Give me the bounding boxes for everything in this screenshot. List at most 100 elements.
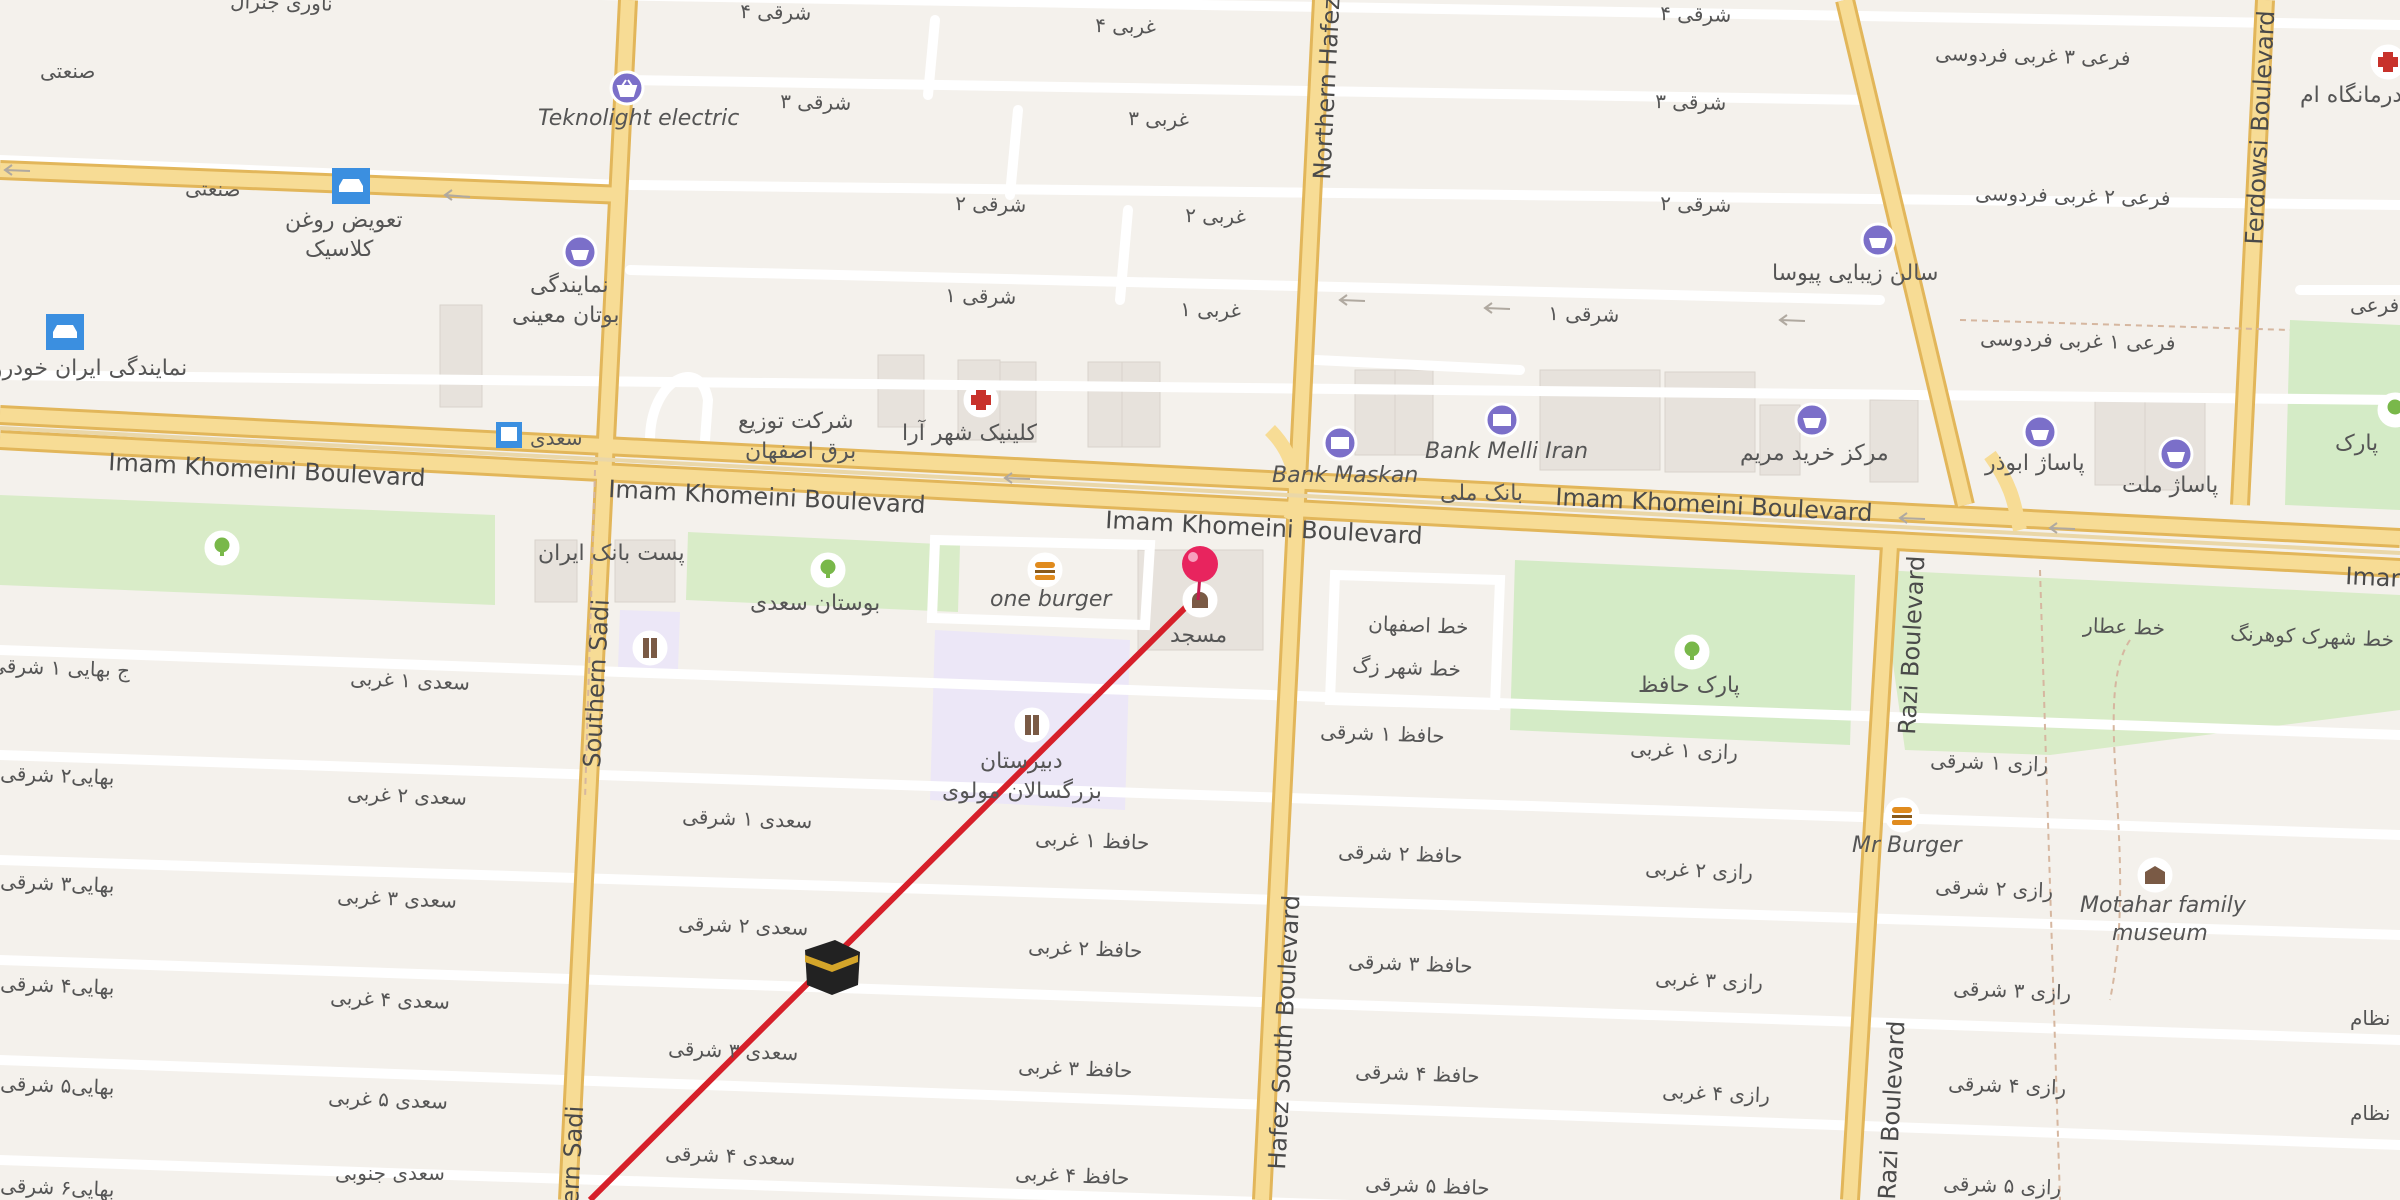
poi-label: بوتان معینی — [512, 303, 619, 328]
blvd-label: Ferdowsi Boulevard — [2240, 10, 2280, 246]
street-label: ۳ شرقی — [780, 89, 852, 115]
poi-label: مرکز خرید مریم — [1740, 441, 1889, 466]
street-label: نظام — [2350, 1006, 2390, 1030]
street-label: خط عطار — [2082, 613, 2166, 640]
street-label: رازی ۱ غربی — [1630, 736, 1739, 764]
poi-label: نمایندگی ایران خودرو — [0, 355, 187, 381]
poi-label: museum — [2112, 921, 2208, 946]
bank-icon[interactable] — [1322, 425, 1358, 461]
street-label: رازی ۲ غربی — [1645, 856, 1754, 884]
poi-label: کلینیک شهر آرا — [902, 419, 1037, 446]
street-label: حافظ ۲ غربی — [1028, 934, 1143, 963]
shopping-basket-icon[interactable] — [609, 70, 645, 106]
street-label: بهایی۴ شرقی — [0, 971, 115, 1000]
poi-label: پاساژ ملت — [2122, 473, 2218, 498]
street-label: ۴ شرقی — [1660, 1, 1732, 27]
street-label: فرعی ۲ غربی فردوسی — [1975, 181, 2171, 210]
street-label: ج بهایی ۱ شرقی — [0, 653, 131, 683]
shopping-basket-icon[interactable] — [562, 234, 598, 270]
street-label: رازی ۱ شرقی — [1930, 748, 2049, 777]
poi-label: بانک ملی — [1440, 481, 1523, 506]
street-label: بهایی۶ شرقی — [0, 1173, 115, 1200]
map-view[interactable]: Imam Khomeini Boulevard Imam Khomeini Bo… — [0, 0, 2400, 1200]
poi-label: شرکت توزیع — [738, 409, 854, 434]
street-label: ۱ غربی — [1180, 297, 1241, 323]
poi-label: مسجد — [1170, 623, 1227, 648]
street-label: رازی ۳ غربی — [1655, 966, 1764, 994]
street-label: حافظ ۳ شرقی — [1348, 949, 1473, 978]
street-label: حافظ ۱ غربی — [1035, 826, 1150, 855]
street-label: حافظ ۵ شرقی — [1365, 1171, 1490, 1200]
hospital-cross-icon[interactable] — [963, 382, 999, 418]
street-label: رازی ۴ شرقی — [1948, 1071, 2067, 1100]
street-label: حافظ ۳ غربی — [1018, 1054, 1133, 1083]
poi-label: پارک — [2335, 431, 2378, 456]
tree-icon[interactable] — [204, 530, 240, 566]
street-label: ۲ غربی — [1185, 203, 1246, 229]
bus-icon[interactable] — [496, 422, 522, 448]
poi-label: سالن زیبایی پیوسا — [1772, 261, 1938, 286]
tree-icon[interactable] — [2377, 392, 2400, 428]
street-label: خط شهر زگ — [1352, 653, 1462, 681]
shopping-basket-icon[interactable] — [1794, 402, 1830, 438]
blvd-label: Iman — [2345, 562, 2400, 593]
blvd-label: Razi Boulevard — [1873, 1020, 1910, 1200]
street-label: حافظ ۴ شرقی — [1355, 1059, 1480, 1088]
street-label: حافظ ۲ شرقی — [1338, 839, 1463, 868]
tree-icon[interactable] — [1674, 634, 1710, 670]
shopping-basket-icon[interactable] — [1860, 222, 1896, 258]
poi-label: نمایندگی — [530, 272, 609, 298]
blvd-label: Southern Sadi — [578, 598, 615, 768]
street-label: نظام — [2350, 1101, 2390, 1125]
burger-icon[interactable] — [1884, 797, 1920, 833]
street-label: ۱ شرقی — [945, 283, 1017, 309]
street-label: سعدی ۵ غربی — [328, 1085, 449, 1114]
poi-label: کلاسیک — [305, 237, 374, 262]
poi-label: درمانگاه ام — [2300, 82, 2400, 108]
street-label: صنعتی — [40, 59, 95, 83]
poi-label: Teknolight electric — [538, 106, 739, 131]
street-label: ۲ شرقی — [1660, 191, 1732, 217]
shopping-basket-icon[interactable] — [2158, 436, 2194, 472]
street-label: بهایی۳ شرقی — [0, 869, 115, 898]
street-label: ۲ شرقی — [955, 191, 1027, 217]
poi-label: پاساژ ابوذر — [1984, 451, 2085, 476]
street-label: سعدی — [530, 426, 583, 450]
street-label: فرعی — [2350, 293, 2399, 317]
street-label: رازی ۵ شرقی — [1943, 1171, 2062, 1200]
school-icon[interactable] — [632, 630, 668, 666]
street-label: حافظ ۴ غربی — [1015, 1161, 1130, 1190]
poi-label: Bank Maskan — [1272, 463, 1418, 488]
shopping-basket-icon[interactable] — [2022, 414, 2058, 450]
poi-label: Motahar family — [2080, 893, 2247, 918]
hospital-cross-icon[interactable] — [2370, 44, 2400, 80]
blvd-label: ern Sadi — [556, 1105, 589, 1200]
street-label: سعدی ۴ شرقی — [665, 1141, 796, 1170]
kaaba-icon[interactable] — [805, 940, 860, 995]
map-canvas[interactable]: Imam Khomeini Boulevard Imam Khomeini Bo… — [0, 0, 2400, 1200]
poi-label: بوستان سعدی — [750, 591, 880, 616]
street-label: سعدی ۲ غربی — [347, 781, 468, 810]
bank-icon[interactable] — [1484, 402, 1520, 438]
street-label: بهایی۲ شرقی — [0, 761, 115, 790]
school-icon[interactable] — [1014, 707, 1050, 743]
poi-label: بزرگسالان مولوی — [942, 778, 1102, 804]
street-label: رازی ۲ شرقی — [1935, 874, 2054, 903]
museum-icon[interactable] — [2137, 857, 2173, 893]
street-label: سعدی ۴ غربی — [330, 985, 451, 1014]
park-left — [0, 495, 495, 605]
poi-label: برق اصفهان — [745, 439, 856, 464]
street-label: ۴ شرقی — [740, 0, 812, 25]
street-label: ۳ شرقی — [1655, 89, 1727, 115]
street-label: رازی ۴ غربی — [1662, 1079, 1771, 1107]
car-icon[interactable] — [46, 314, 84, 350]
car-icon[interactable] — [332, 168, 370, 204]
burger-icon[interactable] — [1027, 552, 1063, 588]
street-label: ۴ غربی — [1095, 13, 1156, 39]
tree-icon[interactable] — [810, 552, 846, 588]
street-label: سعدی ۲ شرقی — [678, 911, 809, 940]
street-label: فرعی ۳ غربی فردوسی — [1935, 41, 2131, 70]
street-label: رازی ۳ شرقی — [1953, 976, 2072, 1005]
street-label: سعدی ۱ شرقی — [682, 804, 813, 833]
street-label: ۳ غربی — [1128, 106, 1189, 132]
